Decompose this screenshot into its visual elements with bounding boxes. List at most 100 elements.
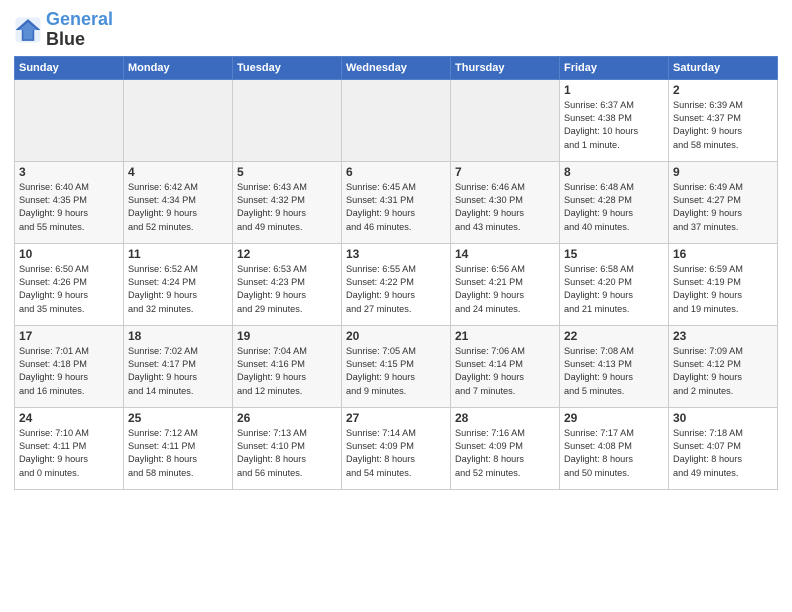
day-info: Sunrise: 6:52 AMSunset: 4:24 PMDaylight:… xyxy=(128,263,228,316)
day-number: 3 xyxy=(19,165,119,179)
day-number: 9 xyxy=(673,165,773,179)
day-number: 7 xyxy=(455,165,555,179)
calendar-cell: 27Sunrise: 7:14 AMSunset: 4:09 PMDayligh… xyxy=(342,407,451,489)
calendar-cell: 8Sunrise: 6:48 AMSunset: 4:28 PMDaylight… xyxy=(560,161,669,243)
calendar-cell: 10 Sunrise: 6:50 AMSunset: 4:26 PMDayligh… xyxy=(15,243,124,325)
calendar-cell: 5Sunrise: 6:43 AMSunset: 4:32 PMDaylight… xyxy=(233,161,342,243)
col-header-wednesday: Wednesday xyxy=(342,56,451,79)
day-number: 30 xyxy=(673,411,773,425)
day-info: Sunrise: 6:39 AMSunset: 4:37 PMDaylight:… xyxy=(673,99,773,152)
calendar-cell: 25Sunrise: 7:12 AMSunset: 4:11 PMDayligh… xyxy=(124,407,233,489)
day-info: Sunrise: 6:56 AMSunset: 4:21 PMDaylight:… xyxy=(455,263,555,316)
calendar-cell: 20 Sunrise: 7:05 AMSunset: 4:15 PMDayligh… xyxy=(342,325,451,407)
day-number: 14 xyxy=(455,247,555,261)
day-number: 12 xyxy=(237,247,337,261)
day-number: 8 xyxy=(564,165,664,179)
calendar-cell: 2 Sunrise: 6:39 AMSunset: 4:37 PMDaylight… xyxy=(669,79,778,161)
calendar-cell: 29 Sunrise: 7:17 AMSunset: 4:08 PMDayligh… xyxy=(560,407,669,489)
calendar-cell: 9 Sunrise: 6:49 AMSunset: 4:27 PMDaylight… xyxy=(669,161,778,243)
day-number: 6 xyxy=(346,165,446,179)
day-number: 16 xyxy=(673,247,773,261)
day-info: Sunrise: 7:12 AMSunset: 4:11 PMDaylight:… xyxy=(128,427,228,480)
day-info: Sunrise: 7:13 AMSunset: 4:10 PMDaylight:… xyxy=(237,427,337,480)
calendar-cell: 14 Sunrise: 6:56 AMSunset: 4:21 PMDayligh… xyxy=(451,243,560,325)
day-info: Sunrise: 6:37 AMSunset: 4:38 PMDaylight:… xyxy=(564,99,664,152)
col-header-saturday: Saturday xyxy=(669,56,778,79)
day-info: Sunrise: 6:40 AMSunset: 4:35 PMDaylight:… xyxy=(19,181,119,234)
day-info: Sunrise: 7:06 AMSunset: 4:14 PMDaylight:… xyxy=(455,345,555,398)
day-info: Sunrise: 7:16 AMSunset: 4:09 PMDaylight:… xyxy=(455,427,555,480)
day-number: 21 xyxy=(455,329,555,343)
day-info: Sunrise: 7:18 AMSunset: 4:07 PMDaylight:… xyxy=(673,427,773,480)
calendar-cell: 24 Sunrise: 7:10 AMSunset: 4:11 PMDayligh… xyxy=(15,407,124,489)
day-info: Sunrise: 6:55 AMSunset: 4:22 PMDaylight:… xyxy=(346,263,446,316)
calendar-cell: 6 Sunrise: 6:45 AMSunset: 4:31 PMDaylight… xyxy=(342,161,451,243)
day-info: Sunrise: 7:04 AMSunset: 4:16 PMDaylight:… xyxy=(237,345,337,398)
day-number: 26 xyxy=(237,411,337,425)
calendar-cell: 19 Sunrise: 7:04 AMSunset: 4:16 PMDayligh… xyxy=(233,325,342,407)
day-info: Sunrise: 6:49 AMSunset: 4:27 PMDaylight:… xyxy=(673,181,773,234)
calendar-cell xyxy=(451,79,560,161)
day-info: Sunrise: 7:02 AMSunset: 4:17 PMDaylight:… xyxy=(128,345,228,398)
calendar-cell: 15Sunrise: 6:58 AMSunset: 4:20 PMDayligh… xyxy=(560,243,669,325)
day-number: 23 xyxy=(673,329,773,343)
day-number: 17 xyxy=(19,329,119,343)
calendar-cell: 12Sunrise: 6:53 AMSunset: 4:23 PMDayligh… xyxy=(233,243,342,325)
day-info: Sunrise: 6:58 AMSunset: 4:20 PMDaylight:… xyxy=(564,263,664,316)
day-number: 27 xyxy=(346,411,446,425)
col-header-tuesday: Tuesday xyxy=(233,56,342,79)
day-number: 28 xyxy=(455,411,555,425)
day-number: 2 xyxy=(673,83,773,97)
calendar-cell: 17 Sunrise: 7:01 AMSunset: 4:18 PMDayligh… xyxy=(15,325,124,407)
calendar-cell: 21 Sunrise: 7:06 AMSunset: 4:14 PMDayligh… xyxy=(451,325,560,407)
calendar-cell: 1 Sunrise: 6:37 AMSunset: 4:38 PMDaylight… xyxy=(560,79,669,161)
day-info: Sunrise: 6:45 AMSunset: 4:31 PMDaylight:… xyxy=(346,181,446,234)
day-number: 4 xyxy=(128,165,228,179)
day-number: 19 xyxy=(237,329,337,343)
calendar-cell xyxy=(233,79,342,161)
day-info: Sunrise: 6:42 AMSunset: 4:34 PMDaylight:… xyxy=(128,181,228,234)
calendar-week-3: 10 Sunrise: 6:50 AMSunset: 4:26 PMDayligh… xyxy=(15,243,778,325)
day-number: 13 xyxy=(346,247,446,261)
calendar-cell: 30 Sunrise: 7:18 AMSunset: 4:07 PMDayligh… xyxy=(669,407,778,489)
day-info: Sunrise: 7:05 AMSunset: 4:15 PMDaylight:… xyxy=(346,345,446,398)
day-number: 29 xyxy=(564,411,664,425)
calendar-cell: 22Sunrise: 7:08 AMSunset: 4:13 PMDayligh… xyxy=(560,325,669,407)
col-header-thursday: Thursday xyxy=(451,56,560,79)
logo-icon xyxy=(14,16,42,44)
day-info: Sunrise: 6:46 AMSunset: 4:30 PMDaylight:… xyxy=(455,181,555,234)
day-number: 1 xyxy=(564,83,664,97)
calendar-header-row: SundayMondayTuesdayWednesdayThursdayFrid… xyxy=(15,56,778,79)
day-number: 11 xyxy=(128,247,228,261)
calendar-table: SundayMondayTuesdayWednesdayThursdayFrid… xyxy=(14,56,778,490)
day-number: 5 xyxy=(237,165,337,179)
calendar-cell: 23 Sunrise: 7:09 AMSunset: 4:12 PMDayligh… xyxy=(669,325,778,407)
day-info: Sunrise: 7:08 AMSunset: 4:13 PMDaylight:… xyxy=(564,345,664,398)
calendar-cell: 7 Sunrise: 6:46 AMSunset: 4:30 PMDaylight… xyxy=(451,161,560,243)
day-number: 24 xyxy=(19,411,119,425)
calendar-cell: 28 Sunrise: 7:16 AMSunset: 4:09 PMDayligh… xyxy=(451,407,560,489)
calendar-cell: 26 Sunrise: 7:13 AMSunset: 4:10 PMDayligh… xyxy=(233,407,342,489)
calendar-cell: 3 Sunrise: 6:40 AMSunset: 4:35 PMDaylight… xyxy=(15,161,124,243)
calendar-week-2: 3 Sunrise: 6:40 AMSunset: 4:35 PMDaylight… xyxy=(15,161,778,243)
header: General Blue xyxy=(14,10,778,50)
day-info: Sunrise: 7:10 AMSunset: 4:11 PMDaylight:… xyxy=(19,427,119,480)
calendar-cell xyxy=(124,79,233,161)
calendar-week-4: 17 Sunrise: 7:01 AMSunset: 4:18 PMDayligh… xyxy=(15,325,778,407)
calendar-cell: 16Sunrise: 6:59 AMSunset: 4:19 PMDayligh… xyxy=(669,243,778,325)
col-header-friday: Friday xyxy=(560,56,669,79)
col-header-sunday: Sunday xyxy=(15,56,124,79)
day-number: 10 xyxy=(19,247,119,261)
day-info: Sunrise: 6:50 AMSunset: 4:26 PMDaylight:… xyxy=(19,263,119,316)
logo-text: General Blue xyxy=(46,10,113,50)
page-container: General Blue SundayMondayTuesdayWednesda… xyxy=(0,0,792,496)
logo: General Blue xyxy=(14,10,113,50)
day-info: Sunrise: 7:01 AMSunset: 4:18 PMDaylight:… xyxy=(19,345,119,398)
calendar-cell xyxy=(15,79,124,161)
day-info: Sunrise: 7:17 AMSunset: 4:08 PMDaylight:… xyxy=(564,427,664,480)
day-info: Sunrise: 7:09 AMSunset: 4:12 PMDaylight:… xyxy=(673,345,773,398)
day-number: 20 xyxy=(346,329,446,343)
col-header-monday: Monday xyxy=(124,56,233,79)
calendar-cell: 11 Sunrise: 6:52 AMSunset: 4:24 PMDayligh… xyxy=(124,243,233,325)
calendar-cell: 13 Sunrise: 6:55 AMSunset: 4:22 PMDayligh… xyxy=(342,243,451,325)
